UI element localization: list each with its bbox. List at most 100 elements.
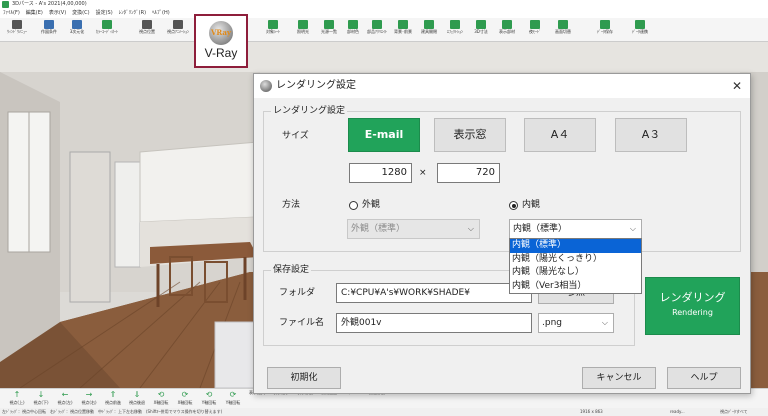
folder-path-field[interactable]: C:¥CPU¥A's¥WORK¥SHADE¥: [336, 283, 532, 303]
interior-mode-select[interactable]: 内観（標準） ⌵: [509, 219, 642, 239]
toolbar-icon: [173, 20, 183, 29]
app-title-bar: 3Dパース - A's 2021(4,00,000): [0, 0, 768, 9]
toolbar-button[interactable]: 視点位置: [132, 19, 162, 41]
toolbar-button-label: 夜ﾓｰﾄﾞ: [529, 29, 541, 34]
nav-button[interactable]: ↓ 視点(下): [28, 390, 54, 408]
nav-arrow-icon: ←: [61, 390, 69, 399]
nav-button-label: 視点(右): [81, 400, 97, 405]
toolbar-button-label: 視点位置: [139, 29, 155, 34]
vray-button[interactable]: VRay V-Ray: [194, 14, 248, 68]
folder-label: フォルダ: [279, 288, 316, 298]
toolbar-button[interactable]: 3次元化: [62, 19, 92, 41]
filename-label: ファイル名: [279, 318, 325, 328]
chevron-down-icon: ⌵: [629, 224, 636, 233]
toolbar-icon: [398, 20, 408, 29]
reset-button[interactable]: 初期化: [267, 367, 341, 389]
render-button[interactable]: レンダリング Rendering: [645, 277, 740, 335]
nav-arrow-icon: ↑: [13, 390, 21, 399]
toolbar-button[interactable]: 視点ｱﾆﾒｰｼｮﾝ: [163, 19, 193, 41]
menu-item[interactable]: 設定(S): [93, 9, 116, 18]
exterior-mode-select: 外観（標準） ⌵: [347, 219, 480, 239]
dropdown-option[interactable]: 内観（陽光くっきり）: [510, 253, 641, 267]
toolbar-button[interactable]: 表示部材: [492, 19, 522, 41]
toolbar-button[interactable]: ﾃﾞｰﾀ保存: [590, 19, 620, 41]
toolbar-button-label: ﾃﾞｰﾀ保存: [597, 29, 613, 34]
toolbar-icon: [298, 20, 308, 29]
menu-item[interactable]: 変換(C): [69, 9, 92, 18]
status-size: 1916 x 863: [580, 409, 603, 414]
nav-button[interactable]: ⇓ 視点後退: [124, 390, 150, 408]
nav-button[interactable]: ⟲ X軸回転: [148, 390, 174, 408]
exterior-label[interactable]: 外観: [362, 198, 380, 212]
menu-bar: ﾌｧｲﾙ(F) 編集(E) 表示(V) 変換(C) 設定(S) ﾚﾝﾀﾞﾘﾝｸﾞ(R) ﾍﾙ…: [0, 9, 768, 18]
dropdown-option[interactable]: 内観（Ver3相当）: [510, 280, 641, 294]
nav-arrow-icon: ⟲: [157, 390, 165, 399]
nav-button-label: X軸回転: [153, 400, 169, 405]
size-window-button[interactable]: 表示窓: [434, 118, 506, 152]
help-button[interactable]: ヘルプ: [667, 367, 741, 389]
size-email-button[interactable]: E-mail: [348, 118, 420, 152]
menu-item[interactable]: 表示(V): [46, 9, 69, 18]
toolbar-button-label: ｶﾗｰｺｰﾃﾞｨﾈｰﾄ: [96, 29, 118, 34]
exterior-radio[interactable]: [349, 201, 358, 210]
toolbar-button-label: 表示部材: [499, 29, 515, 34]
size-a3-button[interactable]: A３: [615, 118, 687, 152]
nav-button[interactable]: ⟳ X軸回転: [172, 390, 198, 408]
nav-button[interactable]: ⟳ Y軸回転: [220, 390, 246, 408]
vray-label: V-Ray: [204, 46, 238, 60]
toolbar-icon: [324, 20, 334, 29]
toolbar-icon: [72, 20, 82, 29]
interior-mode-value: 内観（標準）: [513, 224, 568, 234]
size-label: サイズ: [282, 131, 309, 141]
nav-button[interactable]: ↑ 視点(上): [4, 390, 30, 408]
toolbar-button[interactable]: 作図条件: [34, 19, 64, 41]
nav-button[interactable]: ← 視点(左): [52, 390, 78, 408]
toolbar-button[interactable]: 夜ﾓｰﾄﾞ: [520, 19, 550, 41]
dropdown-option[interactable]: 内観（陽光なし）: [510, 266, 641, 280]
dialog-title-bar: レンダリング設定 ✕: [254, 74, 750, 98]
height-input[interactable]: 720: [437, 163, 500, 183]
toolbar-button-label: 作図条件: [41, 29, 57, 34]
menu-item[interactable]: ﾍﾙﾌﾟ(H): [149, 9, 173, 18]
nav-button[interactable]: → 視点(右): [76, 390, 102, 408]
toolbar-button[interactable]: 画面切替: [548, 19, 578, 41]
size-a4-button[interactable]: A４: [524, 118, 596, 152]
nav-button[interactable]: ⟲ Y軸回転: [196, 390, 222, 408]
close-icon[interactable]: ✕: [728, 77, 746, 95]
times-sign: ×: [419, 168, 427, 178]
interior-radio[interactable]: [509, 201, 518, 210]
toolbar-button[interactable]: ﾃﾞｰﾀ連携: [625, 19, 655, 41]
interior-label[interactable]: 内観: [522, 198, 540, 212]
nav-button[interactable]: ⇑ 視点前進: [100, 390, 126, 408]
menu-item[interactable]: 編集(E): [23, 9, 46, 18]
toolbar-icon: [450, 20, 460, 29]
toolbar-icon: [502, 20, 512, 29]
toolbar-icon: [268, 20, 278, 29]
nav-arrow-icon: ⟳: [181, 390, 189, 399]
toolbar-button-label: ﾃﾞｰﾀ連携: [632, 29, 648, 34]
filename-field[interactable]: 外観001v: [336, 313, 532, 333]
status-viewpoint: 視点ﾃﾞｰﾀすべて: [720, 409, 748, 414]
dialog-title: レンダリング設定: [276, 80, 356, 91]
render-icon: [260, 80, 272, 92]
file-extension-select[interactable]: .png ⌵: [538, 313, 614, 333]
toolbar-button[interactable]: ｶﾗｰｺｰﾃﾞｨﾈｰﾄ: [92, 19, 122, 41]
menu-item[interactable]: ﾚﾝﾀﾞﾘﾝｸﾞ(R): [116, 9, 149, 18]
toolbar-icon: [348, 20, 358, 29]
toolbar-button-label: 画面切替: [555, 29, 571, 34]
toolbar-button[interactable]: 対象ｼｰﾄ: [258, 19, 288, 41]
chevron-down-icon: ⌵: [601, 318, 608, 327]
toolbar-icon: [558, 20, 568, 29]
method-label: 方法: [282, 200, 301, 210]
render-button-label: レンダリング: [659, 291, 726, 304]
toolbar-button[interactable]: ｳｨﾝﾄﾞｳﾒﾆｭｰ: [2, 19, 32, 41]
save-settings-group-title: 保存設定: [271, 264, 312, 276]
nav-button-label: 視点(下): [33, 400, 49, 405]
menu-item[interactable]: ﾌｧｲﾙ(F): [0, 9, 23, 18]
width-input[interactable]: 1280: [349, 163, 412, 183]
toolbar-icon: [530, 20, 540, 29]
toolbar-icon: [600, 20, 610, 29]
cancel-button[interactable]: キャンセル: [582, 367, 656, 389]
exterior-mode-value: 外観（標準）: [351, 224, 406, 234]
dropdown-option[interactable]: 内観（標準）: [510, 239, 641, 253]
